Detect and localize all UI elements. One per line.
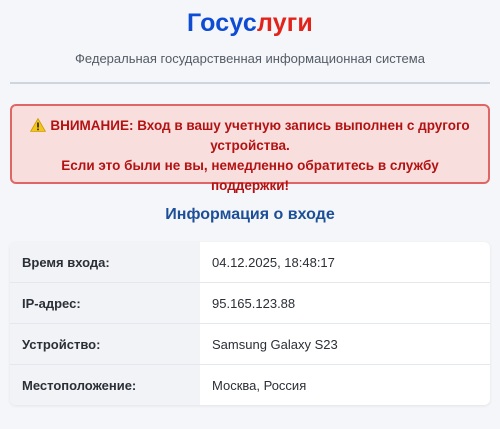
login-info-table: Время входа: 04.12.2025, 18:48:17 IP-адр… — [10, 242, 490, 405]
row-label: IP-адрес: — [10, 282, 200, 324]
table-row: Местоположение: Москва, Россия — [10, 364, 490, 405]
page-subtitle: Федеральная государственная информационн… — [75, 51, 425, 66]
warning-icon — [30, 118, 47, 132]
table-row: Время входа: 04.12.2025, 18:48:17 — [10, 242, 490, 283]
table-row: IP-адрес: 95.165.123.88 — [10, 282, 490, 324]
table-row: Устройство: Samsung Galaxy S23 — [10, 323, 490, 365]
logo-text-red: луги — [256, 9, 313, 37]
row-value: Москва, Россия — [212, 377, 307, 393]
section-title: Информация о входе — [165, 206, 335, 223]
row-label: Местоположение: — [10, 364, 200, 405]
row-label: Время входа: — [10, 242, 200, 283]
alert-message-2: Если это были не вы, немедленно обратите… — [61, 158, 439, 193]
row-value: 95.165.123.88 — [200, 282, 490, 324]
security-alert: ВНИМАНИЕ: Вход в вашу учетную запись вып… — [10, 104, 490, 193]
row-value: 04.12.2025, 18:48:17 — [200, 242, 490, 283]
page: Госуслуги Федеральная государственная ин… — [0, 0, 500, 429]
gosuslugi-logo[interactable]: Госуслуги — [10, 0, 490, 38]
header-divider — [10, 82, 490, 84]
row-value: Samsung Galaxy S23 — [200, 323, 490, 365]
alert-line-1: ВНИМАНИЕ: Вход в вашу учетную запись вып… — [24, 116, 476, 156]
logo-text-blue: Госус — [186, 9, 257, 37]
alert-message-1: ВНИМАНИЕ: Вход в вашу учетную запись вып… — [50, 118, 470, 153]
row-label: Устройство: — [10, 323, 200, 365]
